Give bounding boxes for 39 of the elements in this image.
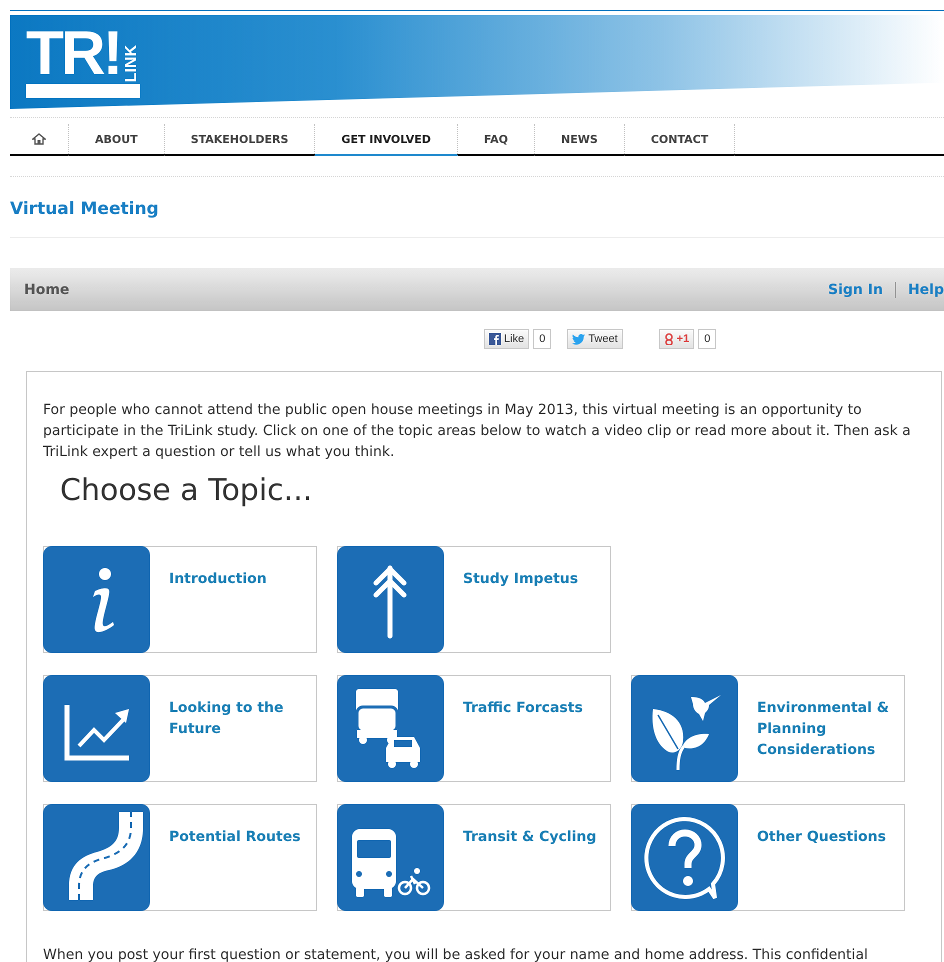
topic-tile[interactable]: Transit & Cycling bbox=[337, 804, 611, 911]
leaf-and-bird-icon bbox=[631, 675, 738, 782]
tweet-button[interactable]: Tweet bbox=[567, 329, 623, 349]
home-icon bbox=[32, 133, 46, 145]
plus-one-button[interactable]: +1 bbox=[658, 329, 694, 349]
header-link[interactable]: Help bbox=[894, 282, 944, 298]
truck-and-car-icon bbox=[337, 675, 444, 782]
nav-tab[interactable]: GET INVOLVED bbox=[315, 124, 458, 156]
share-count: 0 bbox=[533, 329, 552, 349]
topic-tile[interactable]: Introduction bbox=[43, 546, 317, 653]
page-title: Virtual Meeting bbox=[10, 199, 160, 219]
like-button[interactable]: Like bbox=[484, 329, 530, 349]
google-icon bbox=[664, 333, 674, 345]
topic-tile[interactable]: Traffic Forcasts bbox=[337, 675, 611, 782]
info-icon bbox=[43, 546, 150, 653]
facebook-icon bbox=[489, 333, 501, 345]
share-count: 0 bbox=[698, 329, 716, 349]
topic-tile[interactable]: Looking to the Future bbox=[43, 675, 317, 782]
topic-tile[interactable]: Potential Routes bbox=[43, 804, 317, 911]
note-paragraph: When you post your first question or statement, you will be asked for your name and home address. This confidential bbox=[43, 946, 869, 962]
growth-chart-icon bbox=[43, 675, 150, 782]
nav-tab[interactable]: FAQ bbox=[458, 124, 536, 156]
header-link[interactable]: Sign In bbox=[816, 282, 895, 298]
nav-tab[interactable]: STAKEHOLDERS bbox=[164, 124, 316, 156]
nav-tab[interactable]: NEWS bbox=[535, 124, 625, 156]
section-heading: Choose a Topic... bbox=[60, 473, 314, 508]
breadcrumb-home[interactable]: Home bbox=[24, 282, 816, 298]
bird-icon bbox=[572, 334, 586, 344]
topic-tile[interactable]: Other Questions bbox=[631, 804, 905, 911]
road-icon bbox=[43, 804, 150, 911]
question-icon bbox=[631, 804, 738, 911]
logo[interactable]: TR! LINK bbox=[26, 26, 140, 98]
nav-tab[interactable]: CONTACT bbox=[624, 124, 736, 156]
topic-tile[interactable]: Environmental & Planning Considerations bbox=[631, 675, 905, 782]
topic-tile[interactable]: Study Impetus bbox=[337, 546, 611, 653]
arrow-up-icon bbox=[337, 546, 444, 653]
bus-and-bicycle-icon bbox=[337, 804, 444, 911]
nav-tab[interactable]: ABOUT bbox=[69, 124, 165, 156]
intro-paragraph: For people who cannot attend the public open house meetings in May 2013, this virtual meeting is an opportunity to participate in the TriLink study. Click on one of the topic areas below to watch a video clip or read more about it. Then ask a TriLink expert a question or tell us what you think. bbox=[43, 401, 912, 462]
